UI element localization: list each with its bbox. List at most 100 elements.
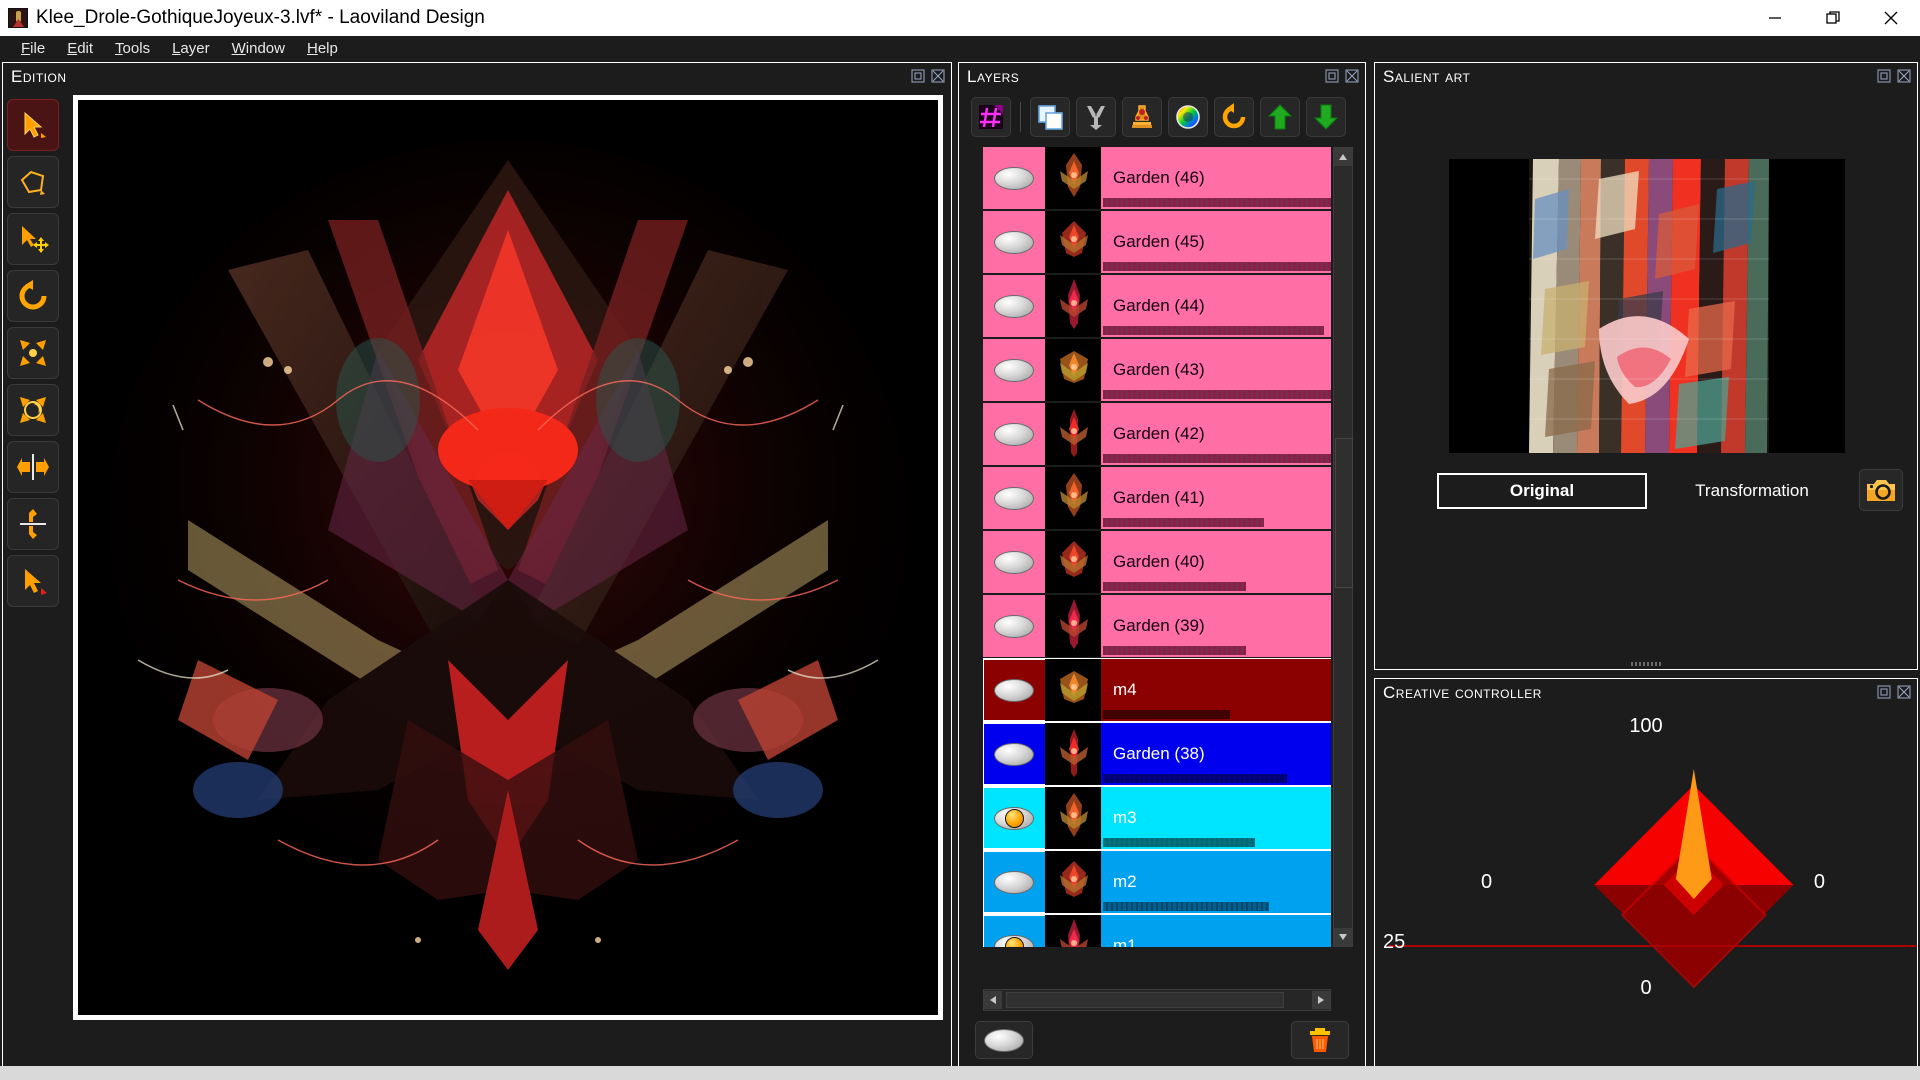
table-row[interactable]: Garden (42)	[983, 403, 1331, 465]
layer-thumbnail[interactable]	[1045, 339, 1101, 401]
table-row[interactable]: Garden (43)	[983, 339, 1331, 401]
layer-opacity-slider[interactable]	[1103, 582, 1246, 591]
edition-close-icon[interactable]	[931, 69, 945, 83]
layer-visibility-toggle[interactable]	[983, 403, 1045, 465]
move-layer-down-button[interactable]	[1306, 97, 1346, 137]
close-button[interactable]	[1862, 0, 1920, 36]
layer-name-cell[interactable]: Garden (40)	[1101, 531, 1331, 593]
panel-resize-grip[interactable]	[1631, 662, 1661, 666]
layer-opacity-slider[interactable]	[1103, 262, 1331, 271]
layer-list[interactable]: Garden (46) Garden (45) Garden (44) Garden …	[983, 147, 1331, 947]
color-wheel-button[interactable]	[1168, 97, 1208, 137]
layer-visibility-toggle[interactable]	[983, 915, 1045, 947]
layer-thumbnail[interactable]	[1045, 211, 1101, 273]
vertical-scroll-thumb[interactable]	[1335, 438, 1353, 588]
salient-art-preview[interactable]	[1449, 159, 1845, 453]
scroll-left-arrow-icon[interactable]	[984, 991, 1002, 1009]
layer-name-cell[interactable]: Garden (46)	[1101, 147, 1331, 209]
layer-opacity-slider[interactable]	[1103, 454, 1331, 463]
move-tool[interactable]	[7, 213, 59, 265]
table-row[interactable]: m2	[983, 850, 1331, 914]
tab-transformation[interactable]: Transformation	[1647, 473, 1857, 509]
layer-visibility-toggle[interactable]	[983, 339, 1045, 401]
table-row[interactable]: Garden (40)	[983, 531, 1331, 593]
scale-tool[interactable]	[7, 327, 59, 379]
table-row[interactable]: Garden (44)	[983, 275, 1331, 337]
controller-diamond-graphic[interactable]	[1375, 709, 1917, 1069]
table-row[interactable]: Garden (46)	[983, 147, 1331, 209]
creative-controller-widget[interactable]: 100 0 0 25 0	[1375, 709, 1917, 1069]
menu-file[interactable]: File	[10, 38, 56, 59]
table-row[interactable]: Garden (38)	[983, 722, 1331, 786]
layers-vertical-scrollbar[interactable]	[1333, 147, 1353, 947]
distort-tool[interactable]	[7, 384, 59, 436]
layer-visibility-toggle[interactable]	[983, 147, 1045, 209]
menu-window[interactable]: Window	[221, 38, 296, 59]
menu-edit[interactable]: Edit	[56, 38, 104, 59]
layer-thumbnail[interactable]	[1045, 915, 1101, 947]
duplicate-layer-button[interactable]	[1030, 97, 1070, 137]
layer-name-cell[interactable]: m2	[1101, 851, 1331, 913]
layer-visibility-toggle[interactable]	[983, 851, 1045, 913]
layer-name-cell[interactable]: m1	[1101, 915, 1331, 947]
layer-opacity-slider[interactable]	[1103, 390, 1331, 399]
select-arrow-tool[interactable]	[7, 99, 59, 151]
tab-original[interactable]: Original	[1437, 473, 1647, 509]
layer-opacity-slider[interactable]	[1103, 198, 1331, 207]
layer-thumbnail[interactable]	[1045, 147, 1101, 209]
salient-float-icon[interactable]	[1877, 69, 1891, 83]
table-row[interactable]: Garden (45)	[983, 211, 1331, 273]
restore-button[interactable]	[1804, 0, 1862, 36]
layer-opacity-slider[interactable]	[1103, 646, 1246, 655]
lasso-polygon-tool[interactable]	[7, 156, 59, 208]
layer-thumbnail[interactable]	[1045, 531, 1101, 593]
horizontal-scroll-track[interactable]	[1006, 992, 1284, 1008]
menu-help[interactable]: Help	[296, 38, 349, 59]
layer-visibility-toggle[interactable]	[983, 467, 1045, 529]
flip-horizontal-tool[interactable]	[7, 441, 59, 493]
scroll-up-arrow-icon[interactable]	[1334, 148, 1352, 166]
table-row[interactable]: m1	[983, 914, 1331, 947]
cursor-arrow-red-tool[interactable]	[7, 555, 59, 607]
table-row[interactable]: m3	[983, 786, 1331, 850]
layers-float-icon[interactable]	[1325, 69, 1339, 83]
scroll-right-arrow-icon[interactable]	[1312, 991, 1330, 1009]
creative-float-icon[interactable]	[1877, 685, 1891, 699]
layer-thumbnail[interactable]	[1045, 851, 1101, 913]
layer-thumbnail[interactable]	[1045, 467, 1101, 529]
layer-name-cell[interactable]: Garden (42)	[1101, 403, 1331, 465]
layers-close-icon[interactable]	[1345, 69, 1359, 83]
layer-thumbnail[interactable]	[1045, 723, 1101, 785]
layer-visibility-toggle[interactable]	[983, 531, 1045, 593]
scroll-down-arrow-icon[interactable]	[1334, 928, 1352, 946]
artwork-canvas[interactable]	[78, 100, 938, 1015]
layer-name-cell[interactable]: Garden (43)	[1101, 339, 1331, 401]
layer-name-cell[interactable]: Garden (45)	[1101, 211, 1331, 273]
delete-layer-button[interactable]	[1291, 1021, 1349, 1059]
table-row[interactable]: Garden (39)	[983, 595, 1331, 657]
layer-opacity-slider[interactable]	[1103, 518, 1264, 527]
layer-thumbnail[interactable]	[1045, 595, 1101, 657]
flip-vertical-tool[interactable]	[7, 498, 59, 550]
layer-visibility-toggle[interactable]	[983, 275, 1045, 337]
new-layer-button[interactable]	[971, 97, 1011, 137]
layer-visibility-toggle[interactable]	[983, 211, 1045, 273]
layer-opacity-slider[interactable]	[1103, 326, 1324, 335]
layer-opacity-slider[interactable]	[1103, 710, 1230, 719]
layer-opacity-slider[interactable]	[1103, 774, 1287, 783]
layer-thumbnail[interactable]	[1045, 403, 1101, 465]
merge-layers-button[interactable]	[1076, 97, 1116, 137]
layer-visibility-toggle[interactable]	[983, 595, 1045, 657]
layer-thumbnail[interactable]	[1045, 275, 1101, 337]
layer-visibility-toggle[interactable]	[983, 659, 1045, 721]
toggle-visibility-button[interactable]	[975, 1021, 1033, 1059]
layer-name-cell[interactable]: m3	[1101, 787, 1331, 849]
menu-tools[interactable]: Tools	[104, 38, 161, 59]
layer-name-cell[interactable]: Garden (38)	[1101, 723, 1331, 785]
layer-opacity-slider[interactable]	[1103, 902, 1269, 911]
table-row[interactable]: Garden (41)	[983, 467, 1331, 529]
move-layer-up-button[interactable]	[1260, 97, 1300, 137]
layer-name-cell[interactable]: Garden (44)	[1101, 275, 1331, 337]
stamp-layer-button[interactable]	[1122, 97, 1162, 137]
minimize-button[interactable]	[1746, 0, 1804, 36]
